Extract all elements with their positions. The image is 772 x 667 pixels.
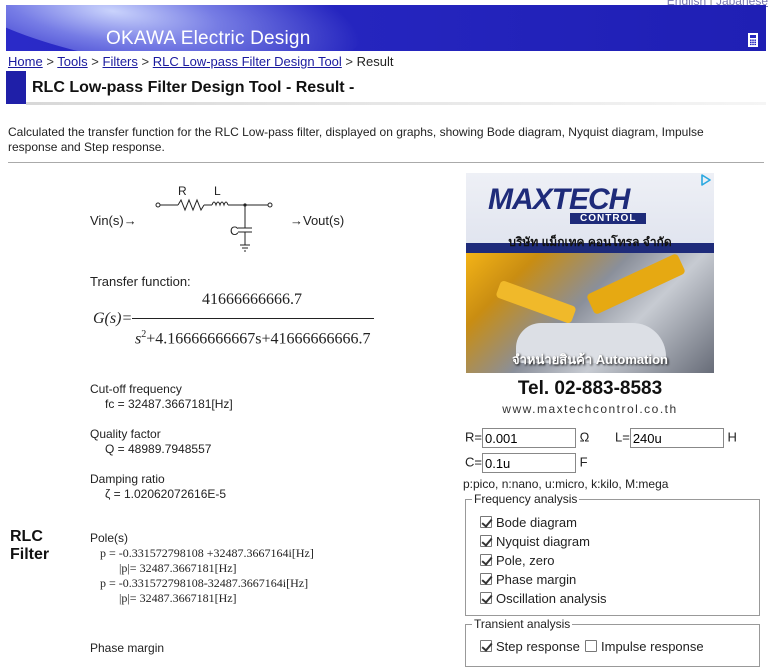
rlc-label-line2: Filter [10, 546, 50, 563]
nyquist-checkbox[interactable]: Nyquist diagram [480, 534, 590, 549]
phase-margin-block: Phase margin [90, 641, 164, 656]
breadcrumb: Home > Tools > Filters > RLC Low-pass Fi… [8, 54, 394, 69]
cutoff-block: Cut-off frequency fc = 32487.3667181[Hz] [90, 382, 233, 412]
checkbox-checked-icon[interactable] [480, 516, 492, 528]
c-input[interactable] [481, 453, 576, 473]
checkbox-checked-icon[interactable] [480, 554, 492, 566]
r-label: R= [465, 429, 482, 445]
site-brand[interactable]: OKAWA Electric Design [106, 28, 310, 50]
ad-automation: จำหน่ายสินค้า Automation [466, 349, 714, 370]
cutoff-value: fc = 32487.3667181[Hz] [105, 397, 233, 411]
phase-margin-checkbox[interactable]: Phase margin [480, 572, 576, 587]
breadcrumb-filters[interactable]: Filters [103, 54, 138, 69]
oscillation-label: Oscillation analysis [496, 591, 607, 606]
nyquist-label: Nyquist diagram [496, 534, 590, 549]
rlc-filter-label: RLC Filter [10, 528, 49, 564]
l-unit: H [727, 429, 737, 445]
quality-value: Q = 48989.7948557 [105, 442, 212, 456]
c-row: C= F [465, 453, 588, 473]
bode-label: Bode diagram [496, 515, 577, 530]
pole-zero-label: Pole, zero [496, 553, 555, 568]
divider [8, 162, 764, 163]
advertisement[interactable]: MAXTECH CONTROL บริษัท แม็กเทค คอนโทรล จ… [466, 173, 714, 420]
pole-1: p = -0.331572798108 +32487.3667164i[Hz] [100, 546, 314, 560]
label-r: R [178, 184, 187, 198]
r-row: R= Ω [465, 428, 589, 448]
impulse-response-checkbox[interactable]: Impulse response [585, 639, 704, 654]
tf-den-rest: +4.16666666667s+41666666666.7 [146, 330, 371, 348]
step-response-label: Step response [496, 639, 580, 654]
bode-checkbox[interactable]: Bode diagram [480, 515, 577, 530]
breadcrumb-sep: > [141, 54, 150, 69]
r-unit: Ω [579, 429, 590, 445]
label-l: L [214, 184, 221, 198]
pole-2: p = -0.331572798108-32487.3667164i[Hz] [100, 576, 309, 590]
damping-label: Damping ratio [90, 472, 165, 486]
phase-margin-check-label: Phase margin [496, 572, 577, 587]
tf-numerator: 41666666666.7 [202, 291, 302, 308]
adchoices-icon[interactable] [700, 174, 712, 186]
step-response-checkbox[interactable]: Step response [480, 639, 580, 654]
pole-2-abs: |p|= 32487.3667181[Hz] [119, 591, 237, 605]
quality-label: Quality factor [90, 427, 161, 441]
checkbox-checked-icon[interactable] [480, 592, 492, 604]
phase-margin-label: Phase margin [90, 641, 165, 655]
breadcrumb-current: Result [356, 54, 394, 69]
units-hint: p:pico, n:nano, u:micro, k:kilo, M:mega [463, 477, 669, 491]
breadcrumb-sep: > [91, 54, 99, 69]
page-title: RLC Low-pass Filter Design Tool - Result… [32, 79, 355, 96]
ad-brand-sub: CONTROL [570, 213, 647, 224]
pole-1-abs: |p|= 32487.3667181[Hz] [119, 561, 237, 575]
breadcrumb-sep: > [345, 54, 354, 69]
label-c: C [230, 224, 239, 238]
c-unit: F [579, 454, 588, 470]
r-input[interactable] [481, 428, 576, 448]
oscillation-checkbox[interactable]: Oscillation analysis [480, 591, 607, 606]
breadcrumb-sep: > [46, 54, 54, 69]
checkbox-checked-icon[interactable] [480, 573, 492, 585]
title-marker [6, 71, 26, 104]
vin-label: Vin(s)→ [90, 213, 137, 228]
robot-arm-image [495, 279, 577, 325]
transfer-function-label: Transfer function: [90, 274, 191, 289]
cutoff-label: Cut-off frequency [90, 382, 182, 396]
title-rule [26, 102, 766, 105]
l-row: L= H [615, 428, 737, 448]
fraction-bar [132, 318, 374, 319]
header-banner: OKAWA Electric Design [6, 5, 766, 51]
ad-phone: Tel. 02-883-8583 [517, 378, 663, 399]
transient-analysis-legend: Transient analysis [474, 617, 571, 631]
checkbox-unchecked-icon[interactable] [585, 640, 597, 652]
tf-g: G(s)= [93, 310, 133, 327]
page-title-bar: RLC Low-pass Filter Design Tool - Result… [6, 71, 766, 105]
quality-block: Quality factor Q = 48989.7948557 [90, 427, 211, 457]
ad-website: www.maxtechcontrol.co.th [502, 402, 678, 416]
poles-block: Pole(s) p = -0.331572798108 +32487.36671… [90, 531, 314, 606]
damping-value: ζ = 1.02062072616E-5 [105, 487, 227, 501]
l-label: L= [615, 429, 630, 445]
ad-thai-auto: จำหน่ายสินค้า [512, 352, 593, 367]
ad-company: บริษัท แม็กเทค คอนโทรล จำกัด [508, 235, 672, 249]
pole-zero-checkbox[interactable]: Pole, zero [480, 553, 555, 568]
impulse-response-label: Impulse response [601, 639, 704, 654]
rlc-label-line1: RLC [10, 528, 43, 545]
damping-block: Damping ratio ζ = 1.02062072616E-5 [90, 472, 226, 502]
breadcrumb-home[interactable]: Home [8, 54, 43, 69]
breadcrumb-rlc-tool[interactable]: RLC Low-pass Filter Design Tool [153, 54, 342, 69]
l-input[interactable] [629, 428, 724, 448]
page-description: Calculated the transfer function for the… [8, 125, 704, 154]
breadcrumb-tools[interactable]: Tools [57, 54, 87, 69]
checkbox-checked-icon[interactable] [480, 640, 492, 652]
frequency-analysis-legend: Frequency analysis [474, 492, 578, 506]
ad-brand: MAXTECH [488, 183, 630, 216]
ad-auto-word: Automation [595, 352, 668, 367]
poles-label: Pole(s) [90, 531, 129, 545]
checkbox-checked-icon[interactable] [480, 535, 492, 547]
calculator-icon[interactable] [748, 33, 758, 47]
robot-arm-image [586, 252, 686, 316]
tf-denominator: s2+4.16666666667s+41666666666.7 [135, 329, 371, 348]
c-label: C= [465, 454, 482, 470]
vout-label: →Vout(s) [290, 213, 345, 228]
